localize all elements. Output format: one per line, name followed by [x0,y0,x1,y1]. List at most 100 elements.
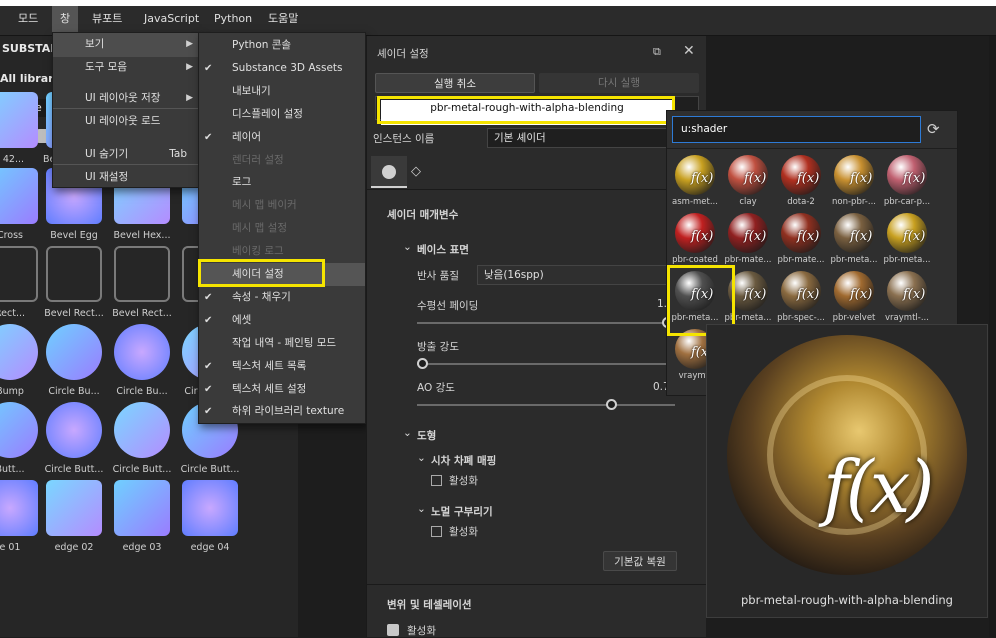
shader-thumbnail[interactable]: f(x) [887,155,927,195]
menu-window[interactable]: 창 [52,6,79,32]
view-menu-item[interactable]: 내보내기 [199,80,365,103]
parallax-heading[interactable]: 시차 차폐 매핑 [431,453,496,468]
asset-thumbnail[interactable] [46,402,102,458]
window-menu-item[interactable]: 도구 모음 ▶ [53,56,199,79]
asset-thumbnail[interactable] [114,324,170,380]
view-menu-item[interactable]: 렌더러 설정 [199,149,365,172]
shader-label: pbr-meta... [883,255,931,265]
shader-search-input[interactable]: u:shader [672,116,921,143]
tab-divider [367,189,707,190]
menu-item-label: 내보내기 [232,84,271,97]
geometry-heading[interactable]: 도형 [417,428,436,443]
shader-thumbnail[interactable]: f(x) [834,213,874,253]
view-menu-item[interactable]: ✔ 에셋 [199,309,365,332]
shader-thumbnail[interactable]: f(x) [781,155,821,195]
refresh-icon[interactable]: ⟳ [927,120,940,138]
tessellation-heading[interactable]: 변위 및 테셀레이션 [387,597,472,612]
asset-thumbnail[interactable] [46,480,102,536]
tessellation-enable-label: 활성화 [407,625,436,637]
function-icon: f(x) [850,287,873,302]
view-menu-item[interactable]: ✔ 텍스처 세트 설정 [199,378,365,401]
asset-thumbnail[interactable] [46,246,102,302]
float-panel-icon[interactable]: ⧉ [653,45,661,59]
shader-settings-panel: 셰이더 설정 ⧉ ✕ 실행 취소 다시 실행 pbr-metal-rough-w… [366,36,707,637]
shader-thumbnail[interactable]: f(x) [834,271,874,311]
shader-thumbnail[interactable]: f(x) [728,213,768,253]
shader-thumbnail[interactable]: f(x) [675,155,715,195]
redo-button[interactable]: 다시 실행 [539,73,699,93]
shader-thumbnail[interactable]: f(x) [728,155,768,195]
asset-thumbnail[interactable] [0,324,38,380]
parallax-chevron[interactable]: ⌄ [417,452,426,464]
tab-mesh-icon[interactable]: ◇ [411,164,421,179]
view-menu-item[interactable]: 메시 맵 베이커 [199,194,365,217]
asset-thumbnail[interactable] [114,402,170,458]
base-surface-chevron[interactable]: ⌄ [403,241,412,253]
view-menu-item[interactable]: 작업 내역 - 페인팅 모드 [199,332,365,355]
menu-item-label: 속성 - 채우기 [232,290,291,303]
view-menu-item[interactable]: 로그 [199,171,365,194]
normal-bend-heading[interactable]: 노멀 구부리기 [431,504,493,519]
undo-button[interactable]: 실행 취소 [375,73,535,93]
shader-thumbnail[interactable]: f(x) [887,271,927,311]
shader-thumbnail[interactable]: f(x) [781,213,821,253]
base-surface-heading[interactable]: 베이스 표면 [417,242,469,257]
shader-thumbnail[interactable]: f(x) [887,213,927,253]
asset-thumbnail[interactable] [0,402,38,458]
window-menu-item[interactable]: UI 레이아웃 로드 [53,110,199,133]
normal-bend-chevron[interactable]: ⌄ [417,503,426,515]
menu-mode[interactable]: 모드 [10,6,46,32]
instance-name-field[interactable]: 기본 셰이더 [487,128,673,148]
check-icon: ✔ [204,406,213,418]
menu-javascript[interactable]: JavaScript [136,6,207,32]
shader-thumbnail[interactable]: f(x) [781,271,821,311]
window-menu-item[interactable]: 보기 ▶ [53,33,199,56]
horizon-fade-slider[interactable] [417,322,675,324]
asset-thumbnail[interactable] [0,480,38,536]
view-menu-item[interactable]: ✔ Substance 3D Assets [199,57,365,80]
asset-thumbnail[interactable] [0,92,38,148]
tab-shader-params[interactable] [371,156,407,188]
window-menu-item[interactable]: UI 재설정 [53,166,199,189]
tessellation-enable-checkbox[interactable] [387,624,399,636]
function-icon: f(x) [797,229,820,244]
window-menu-item[interactable]: UI 숨기기 Tab [53,143,199,166]
asset-thumbnail[interactable] [0,246,38,302]
reflection-quality-select[interactable]: 낮음(16spp) [477,265,669,285]
menu-viewport[interactable]: 뷰포트 [84,6,130,32]
parallax-enable-checkbox[interactable] [431,475,442,486]
asset-thumbnail[interactable] [46,324,102,380]
asset-thumbnail[interactable] [114,480,170,536]
function-icon: f(x) [691,171,714,186]
window-menu-item[interactable]: UI 레이아웃 저장 ▶ [53,87,199,110]
shader-label: clay [739,197,757,207]
view-menu-item[interactable]: ✔ 하위 라이브러리 texture [199,400,365,423]
function-icon: f(x) [797,287,820,302]
ao-handle[interactable] [605,399,617,410]
normal-bend-enable-checkbox[interactable] [431,526,442,537]
geometry-chevron[interactable]: ⌄ [403,427,412,439]
view-menu-item[interactable]: ✔ 속성 - 채우기 [199,286,365,309]
shader-thumbnail[interactable]: f(x) [675,213,715,253]
view-menu-item[interactable]: Python 콘솔 [199,34,365,57]
shader-thumbnail[interactable]: f(x) [834,155,874,195]
asset-thumbnail[interactable] [0,168,38,224]
view-menu-item[interactable]: ✔ 텍스처 세트 목록 [199,355,365,378]
menu-python[interactable]: Python [206,6,260,32]
function-icon: f(x) [744,229,767,244]
panel-title: 셰이더 설정 [377,48,429,60]
view-menu-item[interactable]: ✔ 레이어 [199,126,365,149]
reset-defaults-button[interactable]: 기본값 복원 [603,551,677,571]
right-edge [989,36,996,637]
asset-label: e 01 [0,542,21,553]
emissive-slider[interactable] [417,363,675,365]
ao-slider[interactable] [417,404,675,406]
close-icon[interactable]: ✕ [683,43,695,59]
asset-thumbnail[interactable] [114,246,170,302]
view-menu-item[interactable]: 메시 맵 설정 [199,217,365,240]
asset-thumbnail[interactable] [182,480,238,536]
emissive-handle[interactable] [417,358,429,369]
normal-bend-enable-label: 활성화 [449,526,478,538]
view-menu-item[interactable]: 디스플레이 설정 [199,103,365,126]
menu-help[interactable]: 도움말 [260,6,306,32]
